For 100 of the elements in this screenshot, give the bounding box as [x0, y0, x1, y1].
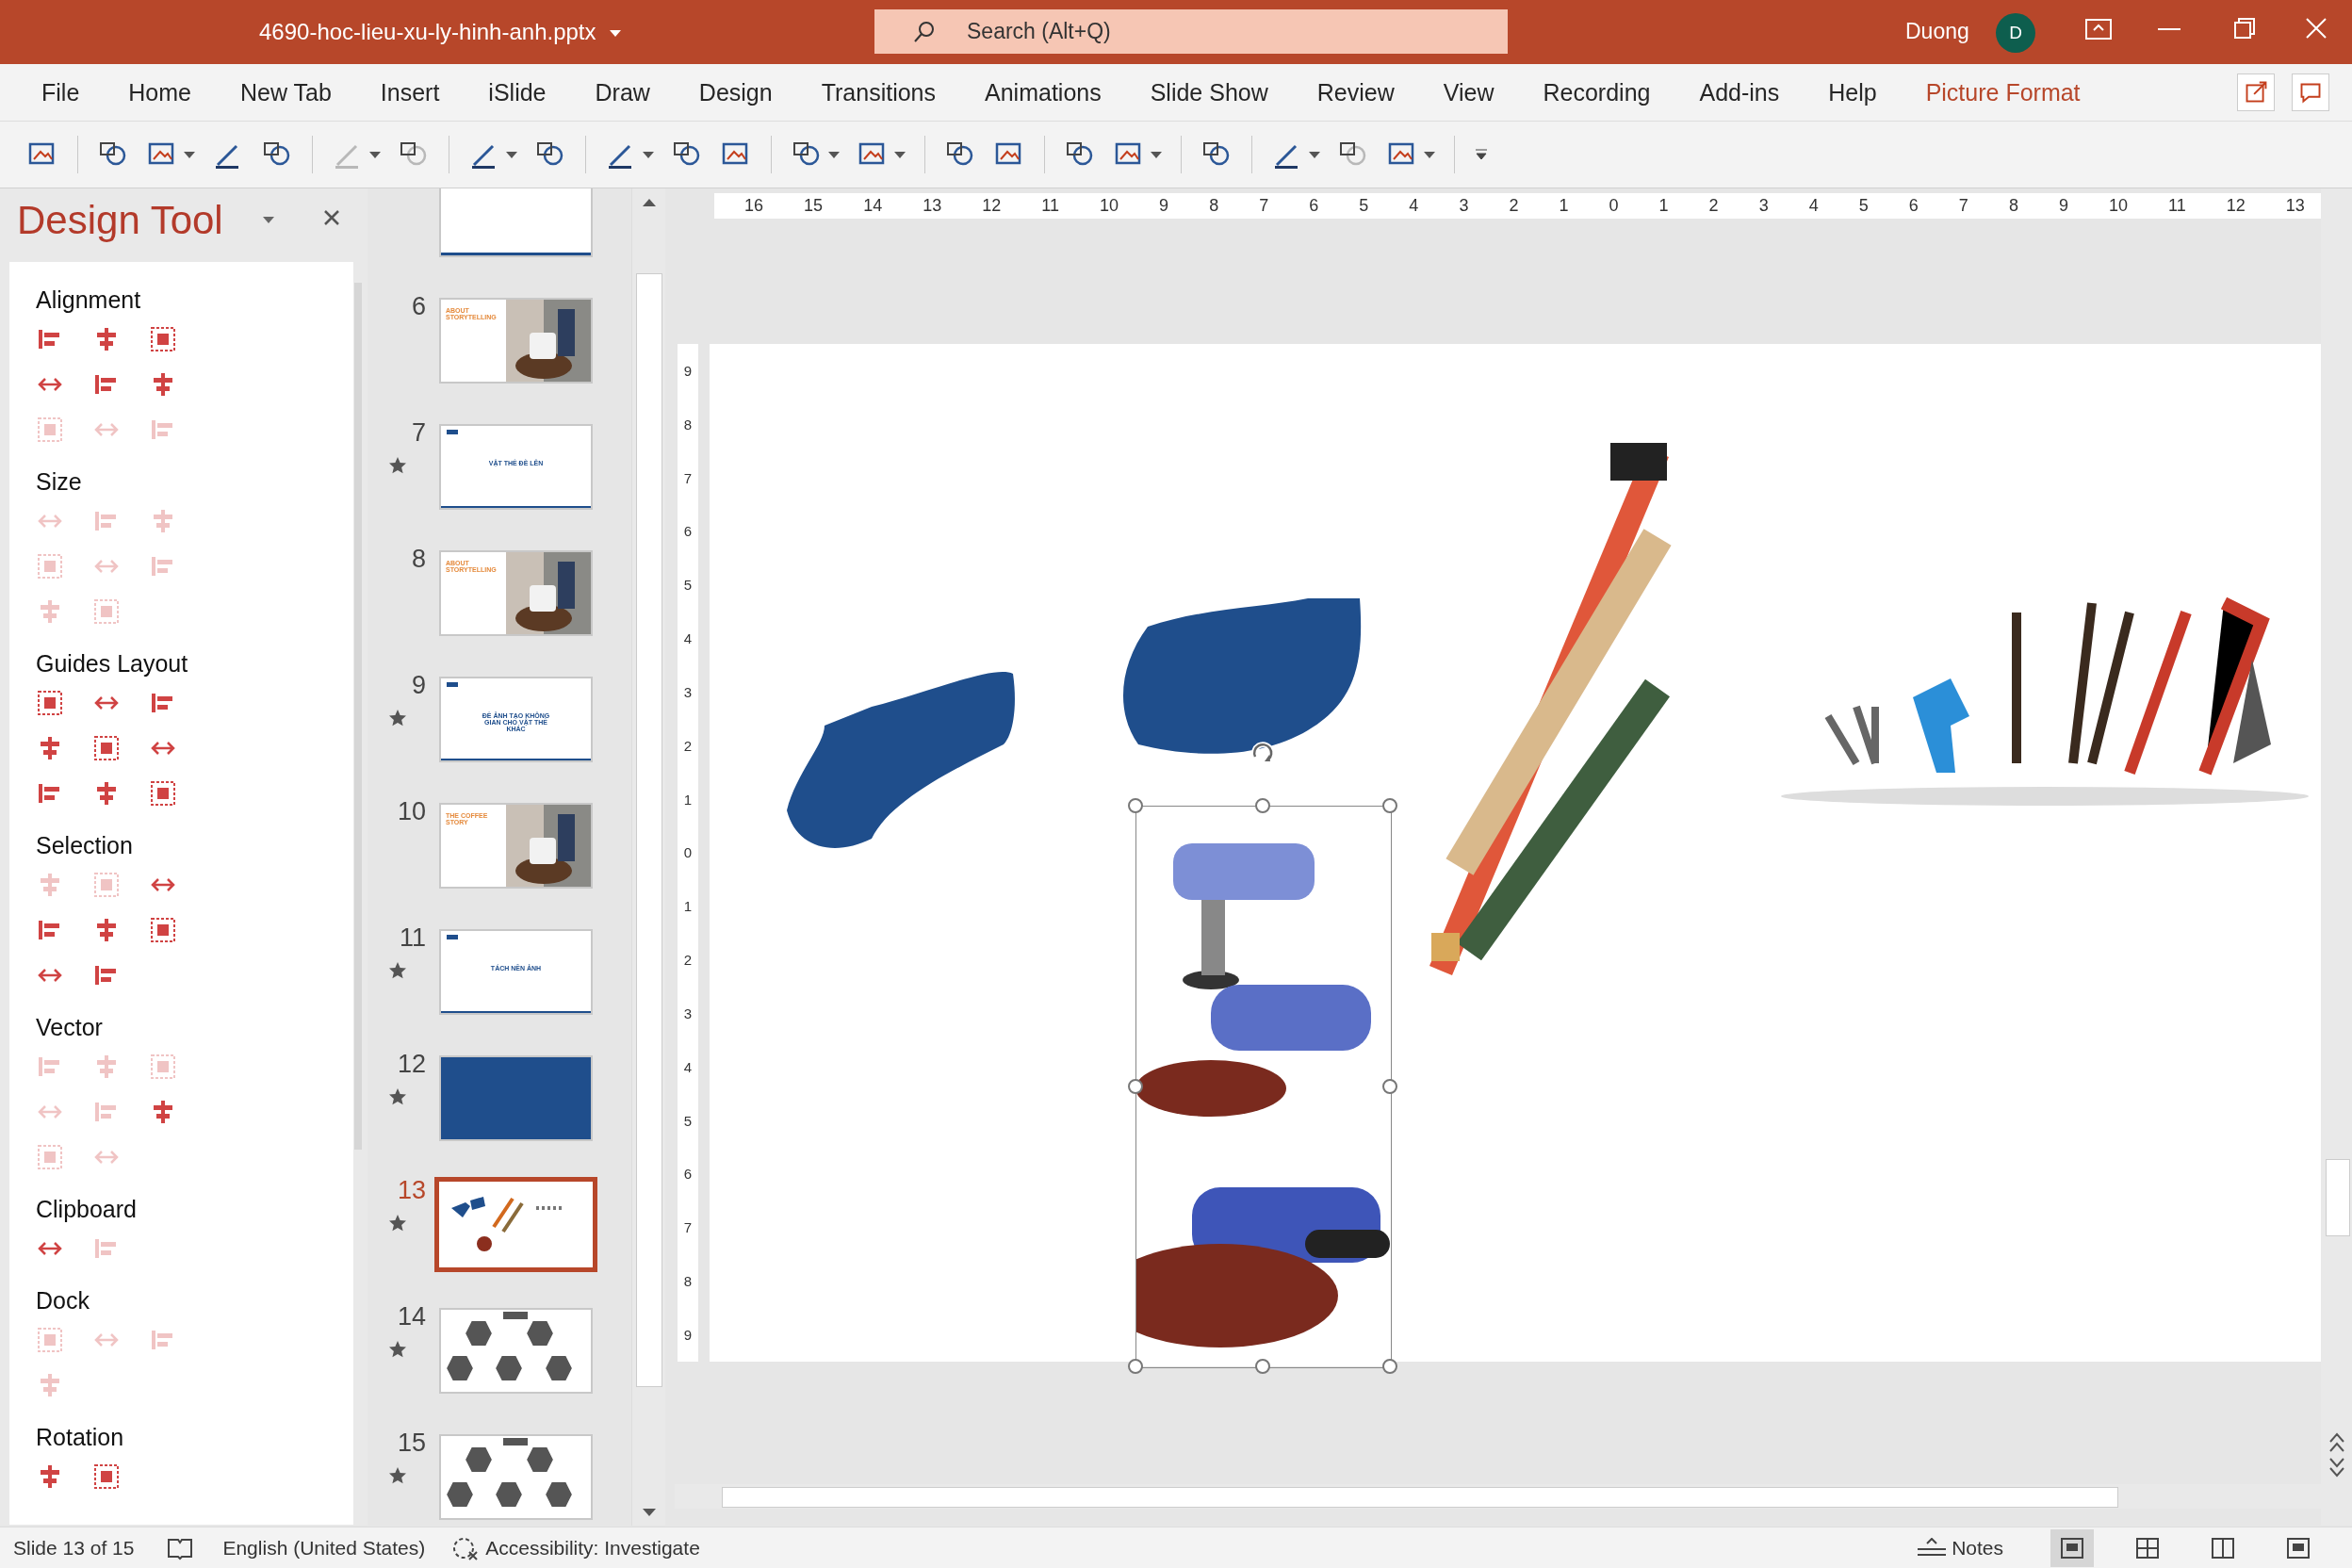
slide-number: 9 — [411, 671, 426, 699]
ruler-number: 1 — [1658, 196, 1669, 216]
ruler-number: 4 — [1808, 196, 1819, 216]
ribbon-tab[interactable]: Slide Show — [1125, 64, 1293, 121]
ruler-number: 3 — [1459, 196, 1469, 216]
slide-counter: Slide 13 of 15 — [13, 1537, 135, 1560]
comment-icon[interactable] — [2292, 74, 2329, 111]
section-heading: Rotation — [36, 1424, 125, 1451]
ruler-number: 2 — [1708, 196, 1719, 216]
caret-icon[interactable] — [263, 217, 274, 223]
ruler-number: 4 — [683, 630, 693, 647]
user-avatar[interactable]: D — [1996, 13, 2035, 53]
resize-handle[interactable] — [1128, 1359, 1143, 1374]
ruler-number: 1 — [683, 898, 693, 915]
slide-number: 14 — [397, 1302, 426, 1331]
ruler-number: 11 — [2168, 196, 2186, 216]
ruler-number: 0 — [1609, 196, 1619, 216]
previous-slide-icon[interactable] — [2328, 1432, 2345, 1453]
section-heading: Dock — [36, 1287, 90, 1315]
guide-icon[interactable] — [149, 779, 177, 808]
book-icon[interactable] — [166, 1536, 195, 1560]
ruler-number: 12 — [982, 196, 1002, 216]
ribbon-tab[interactable]: File — [17, 64, 105, 121]
ruler-number: 10 — [1100, 196, 1119, 216]
ruler-number: 7 — [1958, 196, 1968, 216]
view-icon[interactable] — [2050, 1529, 2094, 1567]
minimize-icon[interactable] — [2158, 28, 2180, 32]
resize-handle[interactable] — [1382, 798, 1397, 813]
slide-number: 10 — [397, 797, 426, 825]
ruler-number: 7 — [683, 1219, 693, 1236]
ruler-number: 8 — [683, 1273, 693, 1290]
ribbon-tab[interactable]: Animations — [960, 64, 1126, 121]
ribbon-tab[interactable]: Draw — [570, 64, 675, 121]
ruler-number: 1 — [683, 791, 693, 808]
slide-number: 11 — [399, 923, 426, 952]
resize-handle[interactable] — [1255, 798, 1270, 813]
section-heading: Guides Layout — [36, 650, 189, 678]
user-name[interactable]: Duong — [1905, 19, 1969, 44]
ruler-number: 12 — [2226, 196, 2246, 216]
ribbon-tab[interactable]: Home — [104, 64, 216, 121]
guide-icon[interactable] — [36, 689, 64, 717]
restore-icon[interactable] — [2233, 17, 2256, 40]
guide-icon[interactable] — [92, 734, 121, 762]
slide-number: 13 — [397, 1176, 426, 1204]
accessibility-icon[interactable] — [451, 1535, 481, 1561]
ribbon-display-icon[interactable] — [2084, 17, 2113, 41]
close-icon[interactable] — [323, 209, 340, 226]
ruler-number: 0 — [683, 844, 693, 861]
ruler-number: 7 — [1259, 196, 1269, 216]
ruler-number: 3 — [683, 683, 693, 700]
ribbon-tab[interactable]: View — [1418, 64, 1519, 121]
ruler-number: 5 — [1858, 196, 1869, 216]
resize-handle[interactable] — [1128, 1078, 1143, 1094]
ribbon-tab[interactable]: Review — [1292, 64, 1419, 121]
ruler-number: 1 — [1559, 196, 1569, 216]
scroll-down-icon[interactable] — [642, 1508, 657, 1517]
slide-number: 15 — [397, 1429, 426, 1457]
ruler-number: 6 — [683, 523, 693, 540]
slide-thumbnail[interactable] — [439, 188, 593, 257]
ribbon-tab[interactable]: Picture Format — [1901, 64, 2105, 121]
ribbon-tab[interactable]: Help — [1804, 64, 1902, 121]
notes-button[interactable]: Notes — [1910, 1529, 2009, 1567]
section-heading: Size — [36, 468, 83, 496]
search-field[interactable]: Search (Alt+Q) — [874, 9, 1508, 54]
ruler-number: 4 — [1409, 196, 1419, 216]
logo-mark — [447, 430, 458, 434]
ruler-number: 8 — [2008, 196, 2018, 216]
logo-mark — [447, 935, 458, 939]
ribbon-tab[interactable]: iSlide — [464, 64, 571, 121]
section-heading: Alignment — [36, 286, 142, 314]
resize-handle[interactable] — [1255, 1359, 1270, 1374]
ribbon-tab[interactable]: Recording — [1518, 64, 1675, 121]
ribbon-tab[interactable]: Design — [674, 64, 797, 121]
ruler-number: 3 — [1758, 196, 1769, 216]
ruler-number: 2 — [1509, 196, 1519, 216]
ribbon-tab[interactable]: Insert — [355, 64, 465, 121]
ruler-number: 5 — [1359, 196, 1369, 216]
ruler-number: 4 — [683, 1058, 693, 1075]
accessibility-status[interactable]: Accessibility: Investigate — [485, 1537, 700, 1560]
resize-handle[interactable] — [1128, 798, 1143, 813]
slide-number: 12 — [397, 1050, 426, 1078]
ruler-number: 8 — [683, 416, 693, 433]
ruler-number: 9 — [683, 363, 693, 379]
ribbon-tab[interactable]: New Tab — [216, 64, 356, 121]
next-slide-icon[interactable] — [2328, 1457, 2345, 1478]
slide-number: 8 — [411, 545, 426, 573]
ruler-number: 15 — [804, 196, 824, 216]
share-icon[interactable] — [2237, 74, 2275, 111]
ribbon-tab[interactable]: Transitions — [796, 64, 960, 121]
scroll-up-icon[interactable] — [642, 198, 657, 207]
notes-icon — [1916, 1538, 1949, 1559]
ruler-number: 2 — [683, 952, 693, 969]
resize-handle[interactable] — [1382, 1359, 1397, 1374]
section-heading: Clipboard — [36, 1196, 138, 1223]
language-status[interactable]: English (United States) — [222, 1537, 426, 1560]
file-name[interactable]: 4690-hoc-lieu-xu-ly-hinh-anh.pptx — [259, 19, 621, 45]
ruler-number: 5 — [683, 1112, 693, 1129]
slide-thumbnail[interactable] — [434, 1177, 597, 1272]
ribbon-tab[interactable]: Add-ins — [1674, 64, 1805, 121]
logo-mark — [447, 682, 458, 687]
